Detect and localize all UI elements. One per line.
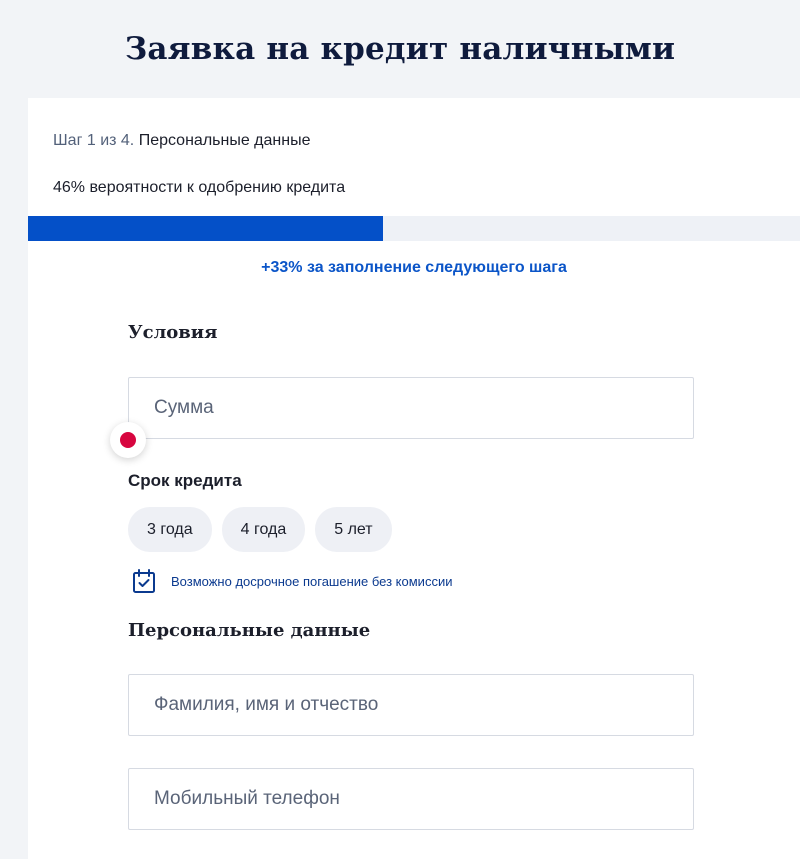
amount-error-indicator xyxy=(110,422,146,458)
term-option-5-years[interactable]: 5 лет xyxy=(315,507,392,552)
early-repayment-text: Возможно досрочное погашение без комисси… xyxy=(171,573,453,589)
personal-data-section-title: Персональные данные xyxy=(128,620,371,641)
term-option-3-years[interactable]: 3 года xyxy=(128,507,212,552)
approval-progress-bar xyxy=(28,216,800,241)
conditions-section-title: Условия xyxy=(128,322,218,343)
loan-amount-input[interactable] xyxy=(128,377,694,439)
loan-term-label: Срок кредита xyxy=(128,471,242,490)
loan-term-options: 3 года 4 года 5 лет xyxy=(128,507,392,552)
step-name: Персональные данные xyxy=(138,132,311,149)
term-option-4-years[interactable]: 4 года xyxy=(221,507,306,552)
page-title: Заявка на кредит наличными xyxy=(124,30,676,67)
full-name-input[interactable] xyxy=(128,674,694,736)
approval-probability: 46% вероятности к одобрению кредита xyxy=(53,179,346,196)
application-form-card: Шаг 1 из 4. Персональные данные 46% веро… xyxy=(28,98,800,859)
approval-progress-fill xyxy=(28,216,384,241)
next-step-bonus: +33% за заполнение следующего шага xyxy=(261,259,567,276)
step-counter: Шаг 1 из 4. xyxy=(53,132,135,149)
early-repayment-note: Возможно досрочное погашение без комисси… xyxy=(131,568,452,594)
step-indicator: Шаг 1 из 4. Персональные данные xyxy=(53,132,310,150)
calendar-check-icon xyxy=(131,568,157,594)
mobile-phone-input[interactable] xyxy=(128,768,694,830)
